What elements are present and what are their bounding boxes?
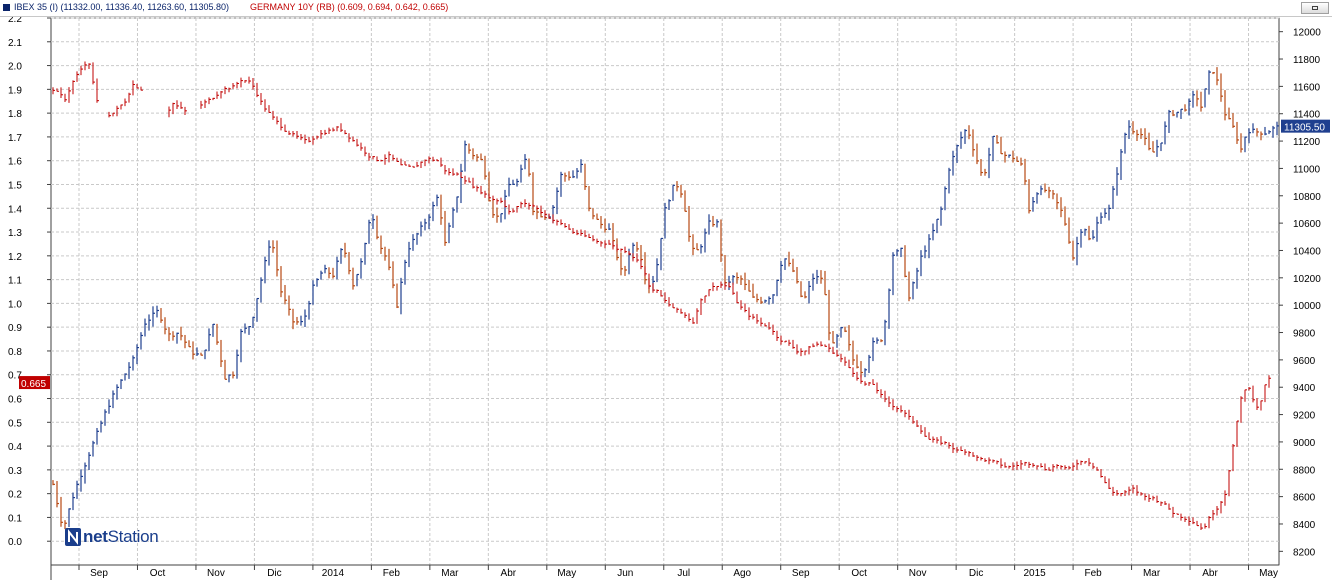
- x-tick-label: Jun: [617, 568, 633, 579]
- right-tick-label: 9200: [1293, 411, 1316, 422]
- x-tick-label: Sep: [90, 568, 108, 579]
- left-tick-label: 2.2: [8, 17, 22, 25]
- left-tick-label: 0.4: [8, 442, 22, 453]
- left-tick-label: 1.7: [8, 133, 22, 144]
- right-tick-label: 11400: [1293, 110, 1321, 121]
- x-tick-label: Nov: [909, 568, 927, 579]
- x-tick-label: Oct: [150, 568, 166, 579]
- chart-window: IBEX 35 (I) (11332.00, 11336.40, 11263.6…: [0, 0, 1332, 582]
- right-tick-label: 11800: [1293, 55, 1321, 66]
- left-tick-label: 1.8: [8, 109, 22, 120]
- x-tick-label: Sep: [792, 568, 810, 579]
- left-tick-label: 1.0: [8, 299, 22, 310]
- logo-text: netStation: [83, 527, 159, 546]
- left-tick-label: 1.1: [8, 276, 22, 287]
- bund-series-label: GERMANY 10Y (RB) (0.609, 0.694, 0.642, 0…: [250, 2, 449, 12]
- series-marker-icon: [3, 4, 10, 11]
- right-axis: 8200 8400 8600 8800 9000 9200 9400 9600 9800 1000…: [1279, 28, 1321, 558]
- right-tick-label: 9000: [1293, 438, 1316, 449]
- x-tick-label: Abr: [1202, 568, 1218, 579]
- x-tick-label: Nov: [207, 568, 225, 579]
- right-tick-label: 8800: [1293, 465, 1316, 476]
- left-tick-label: 0.2: [8, 490, 22, 501]
- right-tick-label: 10600: [1293, 219, 1321, 230]
- x-tick-label: May: [1259, 568, 1278, 579]
- netstation-logo: netStation: [65, 527, 159, 547]
- x-tick-label: Ago: [733, 568, 751, 579]
- left-tick-label: 2.1: [8, 38, 22, 49]
- x-tick-label: Dic: [969, 568, 983, 579]
- chart-header: IBEX 35 (I) (11332.00, 11336.40, 11263.6…: [0, 0, 1332, 17]
- right-tick-label: 11000: [1293, 164, 1321, 175]
- left-tick-label: 2.0: [8, 62, 22, 73]
- right-tick-label: 9400: [1293, 383, 1316, 394]
- right-tick-label: 10000: [1293, 301, 1321, 312]
- left-tick-label: 0.6: [8, 395, 22, 406]
- svg-text:0.665: 0.665: [21, 379, 46, 390]
- price-chart: 0.00.10.20.30.40.50.60.70.80.91.01.11.21…: [8, 17, 1330, 580]
- left-tick-label: 0.1: [8, 513, 22, 524]
- left-tick-label: 1.3: [8, 228, 22, 239]
- x-tick-label: May: [557, 568, 576, 579]
- x-axis: Sep Oct Nov Dic 2014 Feb Mar Abr May Jun Jul Ago Sep…: [51, 564, 1279, 579]
- x-tick-label: Mar: [441, 568, 459, 579]
- left-tick-label: 0.3: [8, 466, 22, 477]
- svg-text:11305.50: 11305.50: [1284, 123, 1325, 134]
- bund-last-value-tag: 0.665: [19, 376, 50, 390]
- netstation-logo-icon: [65, 528, 81, 546]
- left-tick-label: 0.8: [8, 347, 22, 358]
- left-tick-label: 1.6: [8, 157, 22, 168]
- right-tick-label: 11200: [1293, 137, 1321, 148]
- ibex-series-label: IBEX 35 (I) (11332.00, 11336.40, 11263.6…: [14, 2, 229, 12]
- x-tick-label: Dic: [267, 568, 281, 579]
- left-tick-label: 0.9: [8, 323, 22, 334]
- maximize-button[interactable]: [1301, 2, 1329, 14]
- right-tick-label: 11600: [1293, 82, 1321, 93]
- left-tick-label: 1.4: [8, 204, 22, 215]
- ibex-last-value-tag: 11305.50: [1281, 119, 1330, 134]
- left-tick-label: 1.2: [8, 252, 22, 263]
- left-tick-label: 0.5: [8, 418, 22, 429]
- right-tick-label: 8200: [1293, 547, 1316, 558]
- x-tick-label: 2014: [322, 568, 345, 579]
- right-tick-label: 10400: [1293, 246, 1321, 257]
- x-tick-label: Mar: [1143, 568, 1161, 579]
- right-tick-label: 9600: [1293, 356, 1316, 367]
- left-tick-label: 1.5: [8, 180, 22, 191]
- left-tick-label: 0.0: [8, 537, 22, 548]
- x-tick-label: Abr: [501, 568, 517, 579]
- right-tick-label: 12000: [1293, 28, 1321, 39]
- right-tick-label: 8600: [1293, 493, 1316, 504]
- x-tick-label: 2015: [1023, 568, 1046, 579]
- right-tick-label: 10800: [1293, 192, 1321, 203]
- x-tick-label: Feb: [383, 568, 401, 579]
- plot-area: [50, 17, 1280, 566]
- right-tick-label: 8400: [1293, 520, 1316, 531]
- x-tick-label: Oct: [851, 568, 867, 579]
- x-tick-label: Feb: [1084, 568, 1102, 579]
- x-tick-label: Jul: [677, 568, 690, 579]
- left-axis: 0.00.10.20.30.40.50.60.70.80.91.01.11.21…: [8, 17, 51, 548]
- right-tick-label: 10200: [1293, 274, 1321, 285]
- right-tick-label: 9800: [1293, 329, 1316, 340]
- left-tick-label: 1.9: [8, 85, 22, 96]
